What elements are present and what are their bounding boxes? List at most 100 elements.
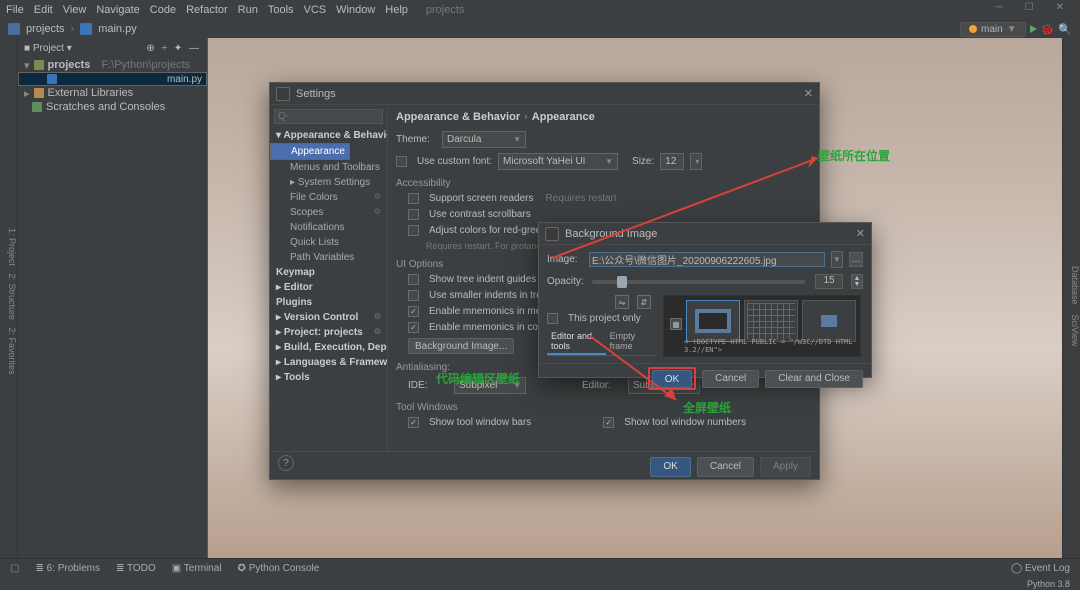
help-icon[interactable]: ?	[278, 455, 294, 471]
settings-cancel-button[interactable]: Cancel	[697, 457, 754, 477]
nav-tools[interactable]: ▸ Tools	[270, 370, 387, 385]
smaller-indents-checkbox[interactable]	[408, 290, 419, 301]
font-select[interactable]: Microsoft YaHei UI▼	[498, 153, 618, 170]
nav-appearance-behavior[interactable]: ▾ Appearance & Behavior	[270, 128, 387, 143]
flip-v-icon[interactable]: ⇵	[637, 295, 651, 309]
path-history-dropdown[interactable]: ▼	[831, 251, 843, 268]
menu-tools[interactable]: Tools	[268, 4, 294, 16]
tree-indent-checkbox[interactable]	[408, 274, 419, 285]
mnemonics-menu-checkbox[interactable]: ✓	[408, 306, 419, 317]
tab-editor-tools[interactable]: Editor and tools	[547, 329, 606, 355]
fill-mode-tile[interactable]	[744, 300, 798, 342]
tool-window-numbers-label: Show tool window numbers	[624, 417, 746, 428]
nav-appearance[interactable]: Appearance	[270, 143, 350, 160]
menu-navigate[interactable]: Navigate	[96, 4, 139, 16]
color-blind-checkbox[interactable]	[408, 225, 419, 236]
settings-apply-button[interactable]: Apply	[760, 457, 811, 477]
menu-file[interactable]: File	[6, 4, 24, 16]
search-icon[interactable]: 🔍	[1058, 23, 1072, 36]
size-stepper[interactable]: ▾	[690, 153, 702, 170]
fill-mode-plain[interactable]	[686, 300, 740, 342]
opacity-input[interactable]: 15	[815, 274, 843, 289]
nav-path-variables[interactable]: Path Variables	[270, 250, 387, 265]
preview-mode-icon[interactable]: ▦	[670, 318, 682, 330]
tab-problems[interactable]: ≣ 6: Problems	[35, 563, 100, 574]
nav-project[interactable]: ▸ Project: projects	[270, 325, 387, 340]
project-view-selector[interactable]: ■ Project ▾	[24, 43, 72, 54]
background-image-button[interactable]: Background Image...	[408, 338, 514, 354]
crumb-file[interactable]: main.py	[98, 23, 137, 35]
tree-file-main[interactable]: main.py	[18, 72, 207, 86]
nav-notifications[interactable]: Notifications	[270, 220, 387, 235]
breadcrumb-root[interactable]: Appearance & Behavior	[396, 111, 520, 123]
opacity-slider[interactable]	[592, 280, 805, 284]
interpreter-label[interactable]: Python 3.8	[1027, 579, 1070, 589]
image-path-input[interactable]	[589, 252, 825, 267]
nav-quick-lists[interactable]: Quick Lists	[270, 235, 387, 250]
size-input[interactable]: 12	[660, 153, 684, 170]
nav-editor[interactable]: ▸ Editor	[270, 280, 387, 295]
tool-window-options-icon[interactable]: ⊕ ÷ ✦ —	[146, 43, 201, 54]
close-icon[interactable]: ✕	[856, 227, 865, 240]
tab-empty-frame[interactable]: Empty frame	[606, 329, 655, 355]
nav-version-control[interactable]: ▸ Version Control	[270, 310, 387, 325]
menu-refactor[interactable]: Refactor	[186, 4, 228, 16]
close-icon[interactable]: ✕	[804, 87, 813, 100]
nav-plugins[interactable]: Plugins	[270, 295, 387, 310]
run-config-selector[interactable]: main▼	[960, 22, 1026, 37]
menu-window[interactable]: Window	[336, 4, 375, 16]
project-tool-window: ■ Project ▾ ⊕ ÷ ✦ — ▾projects F:\Python\…	[18, 38, 208, 558]
maximize-icon[interactable]: ☐	[1025, 2, 1034, 13]
screen-readers-checkbox[interactable]	[408, 193, 419, 204]
crumb-project[interactable]: projects	[26, 23, 65, 35]
tab-python-console[interactable]: ✪ Python Console	[238, 563, 320, 574]
nav-scopes[interactable]: Scopes	[270, 205, 387, 220]
flip-h-icon[interactable]: ⇋	[615, 295, 629, 309]
bottom-tool-bar: ▢ ≣ 6: Problems ≣ TODO ▣ Terminal ✪ Pyth…	[0, 558, 1080, 578]
bgdlg-clear-button[interactable]: Clear and Close	[765, 370, 863, 388]
contrast-scrollbars-checkbox[interactable]	[408, 209, 419, 220]
menu-edit[interactable]: Edit	[34, 4, 53, 16]
menu-help[interactable]: Help	[385, 4, 408, 16]
status-icon[interactable]: ▢	[10, 563, 19, 574]
menu-code[interactable]: Code	[150, 4, 176, 16]
browse-button[interactable]: …	[849, 252, 863, 267]
ide-aa-select[interactable]: Subpixel▼	[454, 377, 526, 394]
mnemonics-controls-checkbox[interactable]: ✓	[408, 322, 419, 333]
tree-scratches[interactable]: Scratches and Consoles	[18, 100, 207, 114]
settings-ok-button[interactable]: OK	[650, 457, 690, 477]
nav-file-colors[interactable]: File Colors	[270, 190, 387, 205]
custom-font-checkbox[interactable]	[396, 156, 407, 167]
run-icon[interactable]	[1030, 25, 1037, 33]
tree-project-root[interactable]: ▾projects F:\Python\projects	[18, 58, 207, 72]
right-tool-strip[interactable]: Database SciView	[1062, 38, 1080, 568]
nav-menus-toolbars[interactable]: Menus and Toolbars	[270, 160, 387, 175]
navigation-bar: projects › main.py main▼ 🐞 🔍	[0, 20, 1080, 38]
tool-windows-heading: Tool Windows	[396, 402, 811, 413]
tool-window-bars-checkbox[interactable]: ✓	[408, 417, 419, 428]
tab-terminal[interactable]: ▣ Terminal	[172, 563, 222, 574]
bgdlg-cancel-button[interactable]: Cancel	[702, 370, 759, 388]
minimize-icon[interactable]: ─	[996, 2, 1003, 13]
debug-icon[interactable]: 🐞	[1041, 23, 1055, 36]
nav-keymap[interactable]: Keymap	[270, 265, 387, 280]
left-tool-strip[interactable]: 1: Project 2: Structure 2: Favorites	[0, 38, 18, 558]
close-icon[interactable]: ✕	[1056, 2, 1064, 13]
project-only-checkbox[interactable]	[547, 313, 558, 324]
event-log[interactable]: ◯ Event Log	[1011, 563, 1070, 574]
nav-system-settings[interactable]: ▸ System Settings	[270, 175, 387, 190]
theme-select[interactable]: Darcula▼	[442, 131, 526, 148]
nav-languages[interactable]: ▸ Languages & Frameworks	[270, 355, 387, 370]
settings-search-input[interactable]	[274, 109, 383, 124]
library-icon	[34, 88, 44, 98]
tab-todo[interactable]: ≣ TODO	[116, 563, 156, 574]
menu-view[interactable]: View	[63, 4, 87, 16]
nav-build[interactable]: ▸ Build, Execution, Deployment	[270, 340, 387, 355]
bgdlg-ok-button[interactable]: OK	[652, 370, 692, 388]
fill-mode-anchor[interactable]	[802, 300, 856, 342]
opacity-stepper[interactable]: ▲▼	[851, 274, 863, 289]
tree-external-libs[interactable]: ▸External Libraries	[18, 86, 207, 100]
menu-vcs[interactable]: VCS	[304, 4, 327, 16]
tool-window-numbers-checkbox[interactable]: ✓	[603, 417, 614, 428]
menu-run[interactable]: Run	[238, 4, 258, 16]
